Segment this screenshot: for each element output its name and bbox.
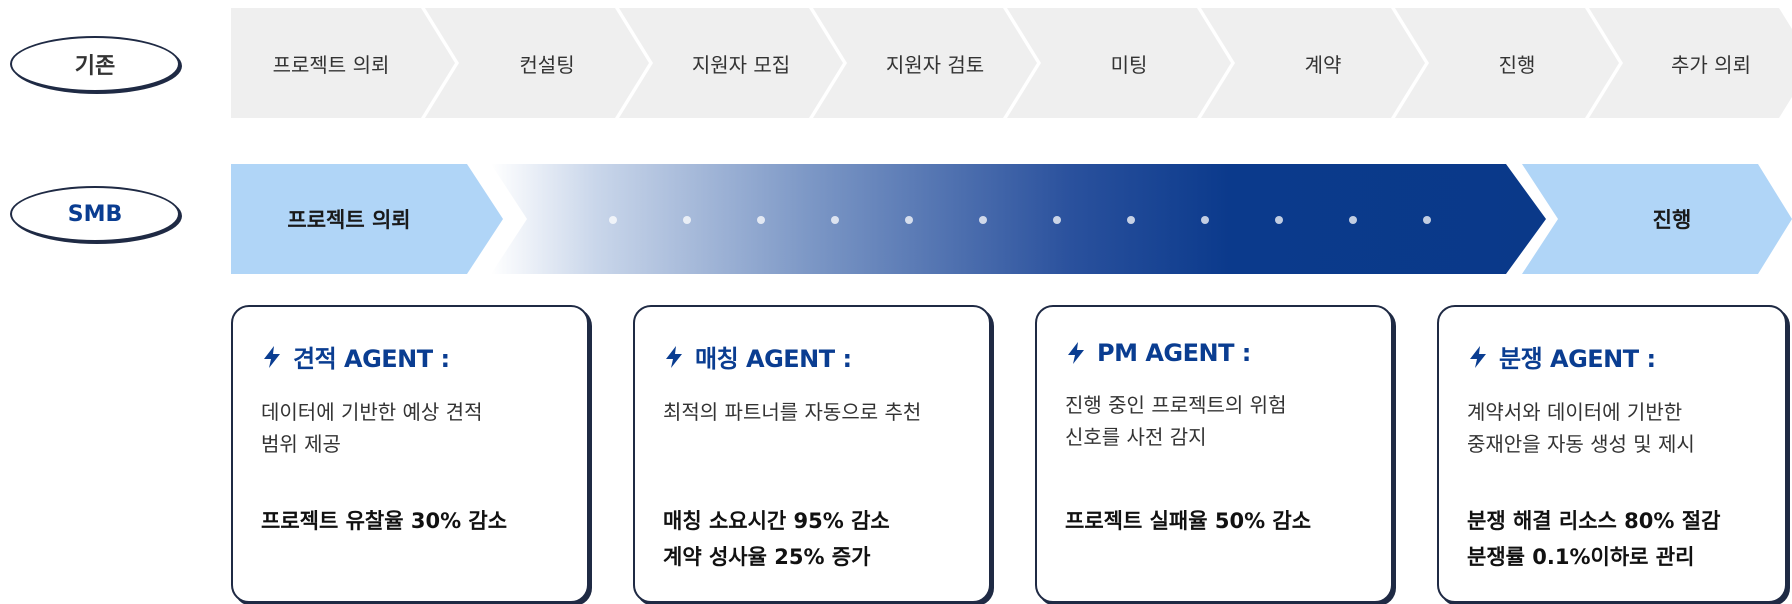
lightning-bolt-icon: [1068, 342, 1084, 364]
old-step-4: 지원자 검토: [813, 8, 1037, 118]
old-step-8: 추가 의뢰: [1589, 8, 1792, 118]
old-step-5: 미팅: [1007, 8, 1231, 118]
old-step-label: 미팅: [1110, 52, 1148, 77]
agent-card-title: PM AGENT :: [1065, 339, 1363, 367]
smb-end-label: 진행: [1652, 208, 1692, 232]
smb-end-step: 진행: [1522, 164, 1792, 274]
agent-card-title: 분쟁 AGENT :: [1467, 339, 1757, 374]
agent-card-matching: 매칭 AGENT : 최적의 파트너를 자동으로 추천 매칭 소요시간 95% …: [633, 305, 991, 603]
old-step-label: 지원자 검토: [885, 52, 985, 77]
agent-result-line: 프로젝트 유찰율 30% 감소: [261, 509, 508, 533]
agent-results: 프로젝트 실패율 50% 감소: [1065, 503, 1311, 539]
progress-dot: [1127, 216, 1135, 224]
old-step-7: 진행: [1395, 8, 1619, 118]
agent-results: 매칭 소요시간 95% 감소 계약 성사율 25% 증가: [663, 503, 890, 575]
lightning-bolt-icon: [1470, 345, 1486, 368]
smb-automated-gradient: [491, 164, 1546, 274]
agent-result-line: 프로젝트 실패율 50% 감소: [1065, 509, 1312, 533]
progress-dot: [1201, 216, 1209, 224]
progress-dot: [1349, 216, 1357, 224]
progress-dot: [683, 216, 691, 224]
progress-dot: [1275, 216, 1283, 224]
progress-dot: [905, 216, 913, 224]
old-step-label: 추가 의뢰: [1671, 52, 1751, 77]
lightning-bolt-icon: [666, 345, 682, 368]
agent-card-pm: PM AGENT : 진행 중인 프로젝트의 위험 신호를 사전 감지 프로젝트…: [1035, 305, 1393, 603]
agent-card-dispute: 분쟁 AGENT : 계약서와 데이터에 기반한 중재안을 자동 생성 및 제시…: [1437, 305, 1787, 603]
progress-dot: [609, 216, 617, 224]
progress-dot: [1053, 216, 1061, 224]
agent-description: 최적의 파트너를 자동으로 추천: [663, 400, 922, 424]
agent-description: 계약서와 데이터에 기반한 중재안을 자동 생성 및 제시: [1467, 400, 1695, 456]
old-step-1: 프로젝트 의뢰: [231, 8, 455, 118]
row-label-old: 기존: [10, 36, 180, 92]
progress-dot: [1423, 216, 1431, 224]
agent-description: 진행 중인 프로젝트의 위험 신호를 사전 감지: [1065, 393, 1287, 449]
agent-results: 분쟁 해결 리소스 80% 절감 분쟁률 0.1%이하로 관리: [1467, 503, 1720, 575]
old-step-label: 계약: [1304, 52, 1342, 77]
agent-card-title: 매칭 AGENT :: [663, 339, 961, 374]
progress-dot: [757, 216, 765, 224]
row-label-smb: SMB: [10, 186, 180, 242]
agent-title-text: 매칭 AGENT :: [695, 345, 852, 373]
agent-card-title: 견적 AGENT :: [261, 339, 559, 374]
old-step-2: 컨설팅: [425, 8, 649, 118]
agent-title-text: PM AGENT :: [1097, 339, 1251, 367]
smb-start-step: 프로젝트 의뢰: [231, 164, 503, 274]
old-step-label: 진행: [1498, 52, 1536, 77]
old-step-label: 컨설팅: [519, 52, 575, 77]
smb-start-label: 프로젝트 의뢰: [287, 208, 411, 232]
old-step-6: 계약: [1201, 8, 1425, 118]
agent-title-text: 견적 AGENT :: [293, 345, 450, 373]
agent-result-line: 분쟁 해결 리소스 80% 절감: [1467, 509, 1721, 533]
process-comparison-diagram: 기존 SMB 프로젝트 의뢰 컨설팅 지원자 모집 지원자 검토 미팅 계약 진…: [0, 0, 1792, 604]
old-process-row: 프로젝트 의뢰 컨설팅 지원자 모집 지원자 검토 미팅 계약 진행 추가 의뢰: [231, 8, 1792, 118]
agent-result-line: 매칭 소요시간 95% 감소: [663, 509, 890, 533]
agent-title-text: 분쟁 AGENT :: [1499, 345, 1656, 373]
progress-dot: [831, 216, 839, 224]
lightning-bolt-icon: [264, 345, 280, 368]
agent-result-line: 분쟁률 0.1%이하로 관리: [1467, 545, 1695, 569]
old-step-label: 지원자 모집: [691, 52, 791, 77]
old-step-label: 프로젝트 의뢰: [272, 52, 390, 77]
old-step-3: 지원자 모집: [619, 8, 843, 118]
progress-dot: [979, 216, 987, 224]
agent-description: 데이터에 기반한 예상 견적 범위 제공: [261, 400, 483, 456]
agent-card-estimate: 견적 AGENT : 데이터에 기반한 예상 견적 범위 제공 프로젝트 유찰율…: [231, 305, 589, 603]
agent-results: 프로젝트 유찰율 30% 감소: [261, 503, 507, 539]
smb-process-row: 프로젝트 의뢰 진행: [231, 164, 1792, 274]
agent-result-line: 계약 성사율 25% 증가: [663, 545, 871, 569]
